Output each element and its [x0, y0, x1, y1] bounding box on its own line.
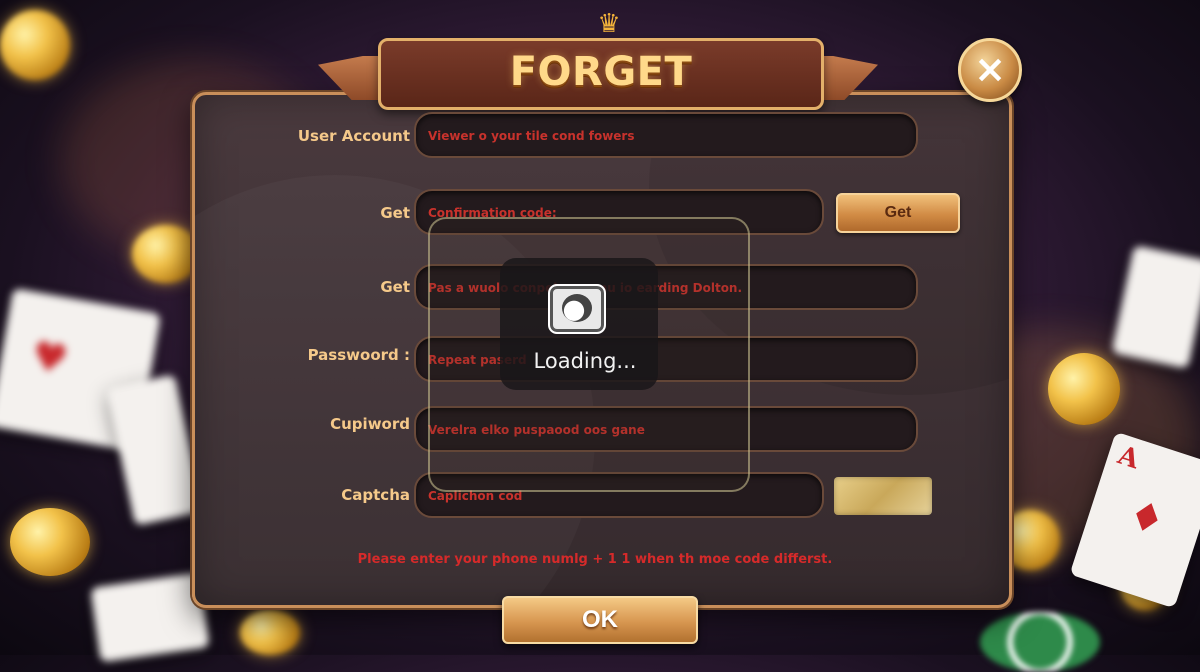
captcha-image[interactable]: [834, 477, 932, 515]
hint-text: Please enter your phone numlg + 1 1 when…: [357, 552, 833, 567]
get-code-button[interactable]: Get: [836, 193, 960, 233]
loading-text: Loading...: [533, 349, 637, 373]
playing-card-decoration: [106, 374, 204, 526]
new-password-label: Get: [380, 278, 410, 296]
verify-password-label: Cupiword: [330, 415, 410, 433]
user-account-field: [414, 112, 918, 158]
dialog-title: FORGET PASSWORD: [472, 49, 730, 159]
close-button[interactable]: ×: [958, 38, 1022, 102]
coin-decoration: [240, 610, 300, 655]
captcha-label: Captcha: [341, 486, 410, 504]
crown-icon: ♛: [597, 8, 621, 38]
coin-decoration: [1048, 353, 1120, 425]
ok-button[interactable]: OK: [502, 596, 698, 644]
coin-decoration: [10, 508, 90, 576]
user-account-label: User Account: [297, 127, 410, 145]
title-banner: FORGET PASSWORD: [318, 38, 878, 159]
playing-card-decoration: [1111, 245, 1200, 369]
close-icon: ×: [974, 47, 1006, 91]
user-account-input[interactable]: [426, 114, 910, 158]
loading-app-icon: [548, 284, 606, 334]
coin-decoration: [132, 225, 200, 283]
confirmation-code-label: Get: [380, 204, 410, 222]
coin-decoration: [0, 10, 70, 80]
poker-chip-decoration: [980, 612, 1100, 672]
password-label: Passwoord :: [307, 346, 410, 364]
